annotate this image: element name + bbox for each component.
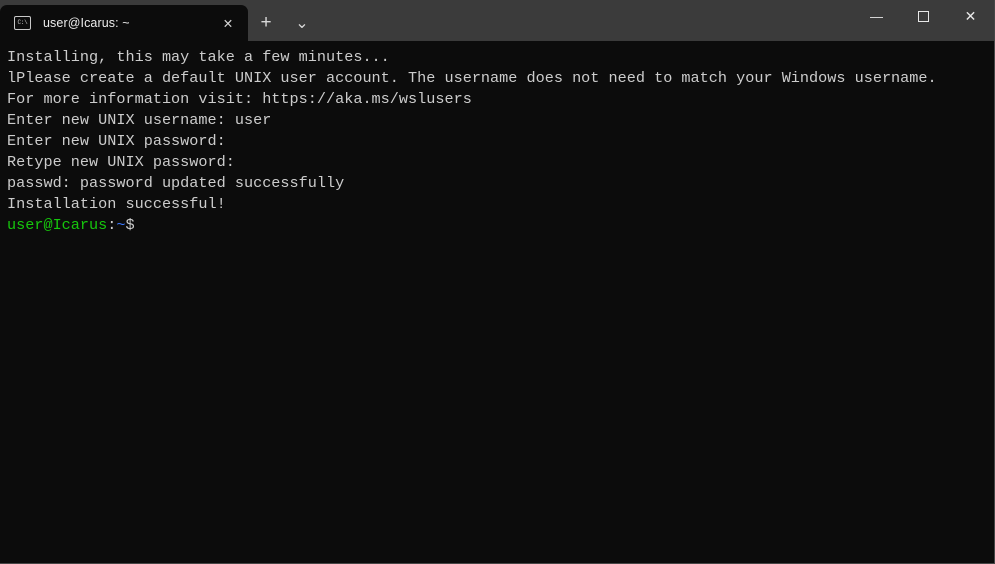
terminal-line: user@Icarus:~$ [7, 215, 994, 236]
terminal-text-segment: ~ [116, 216, 126, 234]
terminal-line: For more information visit: https://aka.… [7, 89, 994, 110]
tab-user-icarus[interactable]: C:\ user@Icarus: ~ ✕ [0, 5, 248, 41]
window-controls: — ✕ [853, 0, 994, 41]
terminal-text-segment: passwd: password updated successfully [7, 174, 345, 192]
tab-strip: C:\ user@Icarus: ~ ✕ + ⌄ [0, 0, 320, 41]
tab-title: user@Icarus: ~ [43, 16, 130, 30]
terminal-text-segment: Enter new UNIX password: [7, 132, 226, 150]
maximize-button[interactable] [900, 0, 947, 32]
terminal-text-segment: Enter new UNIX username: user [7, 111, 272, 129]
minimize-button[interactable]: — [853, 0, 900, 32]
terminal-text-segment: $ [125, 216, 135, 234]
terminal-text-segment: Installing, this may take a few minutes.… [7, 48, 390, 66]
terminal-text-segment: For more information visit: https://aka.… [7, 90, 472, 108]
terminal-lines: Installing, this may take a few minutes.… [7, 47, 994, 236]
terminal-line: Installing, this may take a few minutes.… [7, 47, 994, 68]
close-window-button[interactable]: ✕ [947, 0, 994, 32]
terminal-text-segment: lPlease create a default UNIX user accou… [7, 69, 937, 87]
terminal-text-segment: Retype new UNIX password: [7, 153, 235, 171]
terminal-line: Enter new UNIX password: [7, 131, 994, 152]
terminal-text-segment: user@Icarus [7, 216, 108, 234]
window-titlebar[interactable]: C:\ user@Icarus: ~ ✕ + ⌄ — ✕ [0, 0, 994, 41]
titlebar-drag-area[interactable] [320, 0, 853, 41]
close-tab-icon[interactable]: ✕ [214, 9, 242, 37]
terminal-text-segment: Installation successful! [7, 195, 226, 213]
console-cmd-icon: C:\ [14, 16, 31, 30]
maximize-icon [918, 10, 929, 22]
chevron-down-icon[interactable]: ⌄ [284, 5, 320, 41]
terminal-line: Enter new UNIX username: user [7, 110, 994, 131]
terminal-window: C:\ user@Icarus: ~ ✕ + ⌄ — ✕ Installing,… [0, 0, 995, 564]
terminal-line: Retype new UNIX password: [7, 152, 994, 173]
terminal-line: passwd: password updated successfully [7, 173, 994, 194]
terminal-line: lPlease create a default UNIX user accou… [7, 68, 994, 89]
terminal-line: Installation successful! [7, 194, 994, 215]
terminal-output-area[interactable]: Installing, this may take a few minutes.… [0, 41, 994, 563]
new-tab-button[interactable]: + [248, 5, 284, 41]
